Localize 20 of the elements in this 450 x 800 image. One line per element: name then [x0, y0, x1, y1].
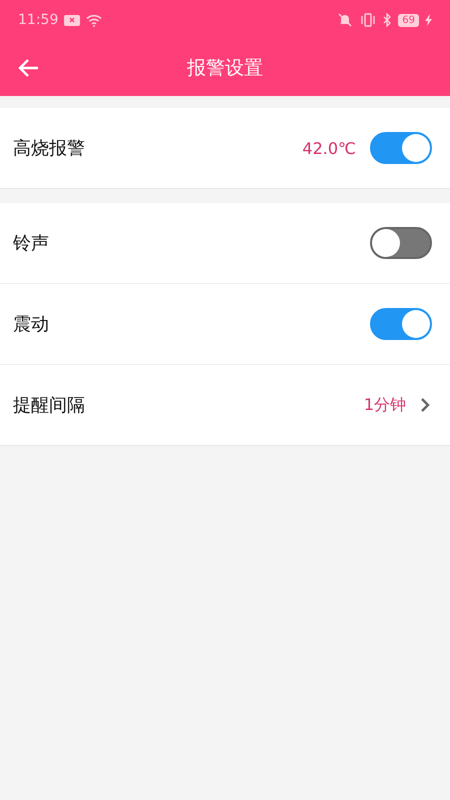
- setting-label: 提醒间隔: [13, 394, 86, 417]
- battery-level: 69: [398, 14, 419, 26]
- mute-icon: [337, 13, 354, 27]
- toggle-switch[interactable]: [370, 308, 432, 340]
- page-title: 报警设置: [187, 56, 263, 81]
- toggle-switch[interactable]: [370, 227, 432, 259]
- status-time: 11:59: [18, 12, 58, 28]
- vibrate-icon: [359, 13, 378, 27]
- charging-icon: [425, 14, 432, 26]
- chevron-right-icon[interactable]: [420, 397, 430, 413]
- back-icon[interactable]: [17, 58, 39, 78]
- wifi-icon: [86, 14, 102, 26]
- setting-value: 42.0℃: [302, 138, 356, 158]
- setting-label: 震动: [13, 313, 50, 336]
- toggle-switch[interactable]: [370, 132, 432, 164]
- bluetooth-icon: [383, 13, 392, 27]
- setting-value: 1分钟: [364, 394, 406, 416]
- notification-icon: [64, 14, 80, 26]
- setting-label: 铃声: [13, 232, 50, 255]
- setting-label: 高烧报警: [13, 137, 86, 160]
